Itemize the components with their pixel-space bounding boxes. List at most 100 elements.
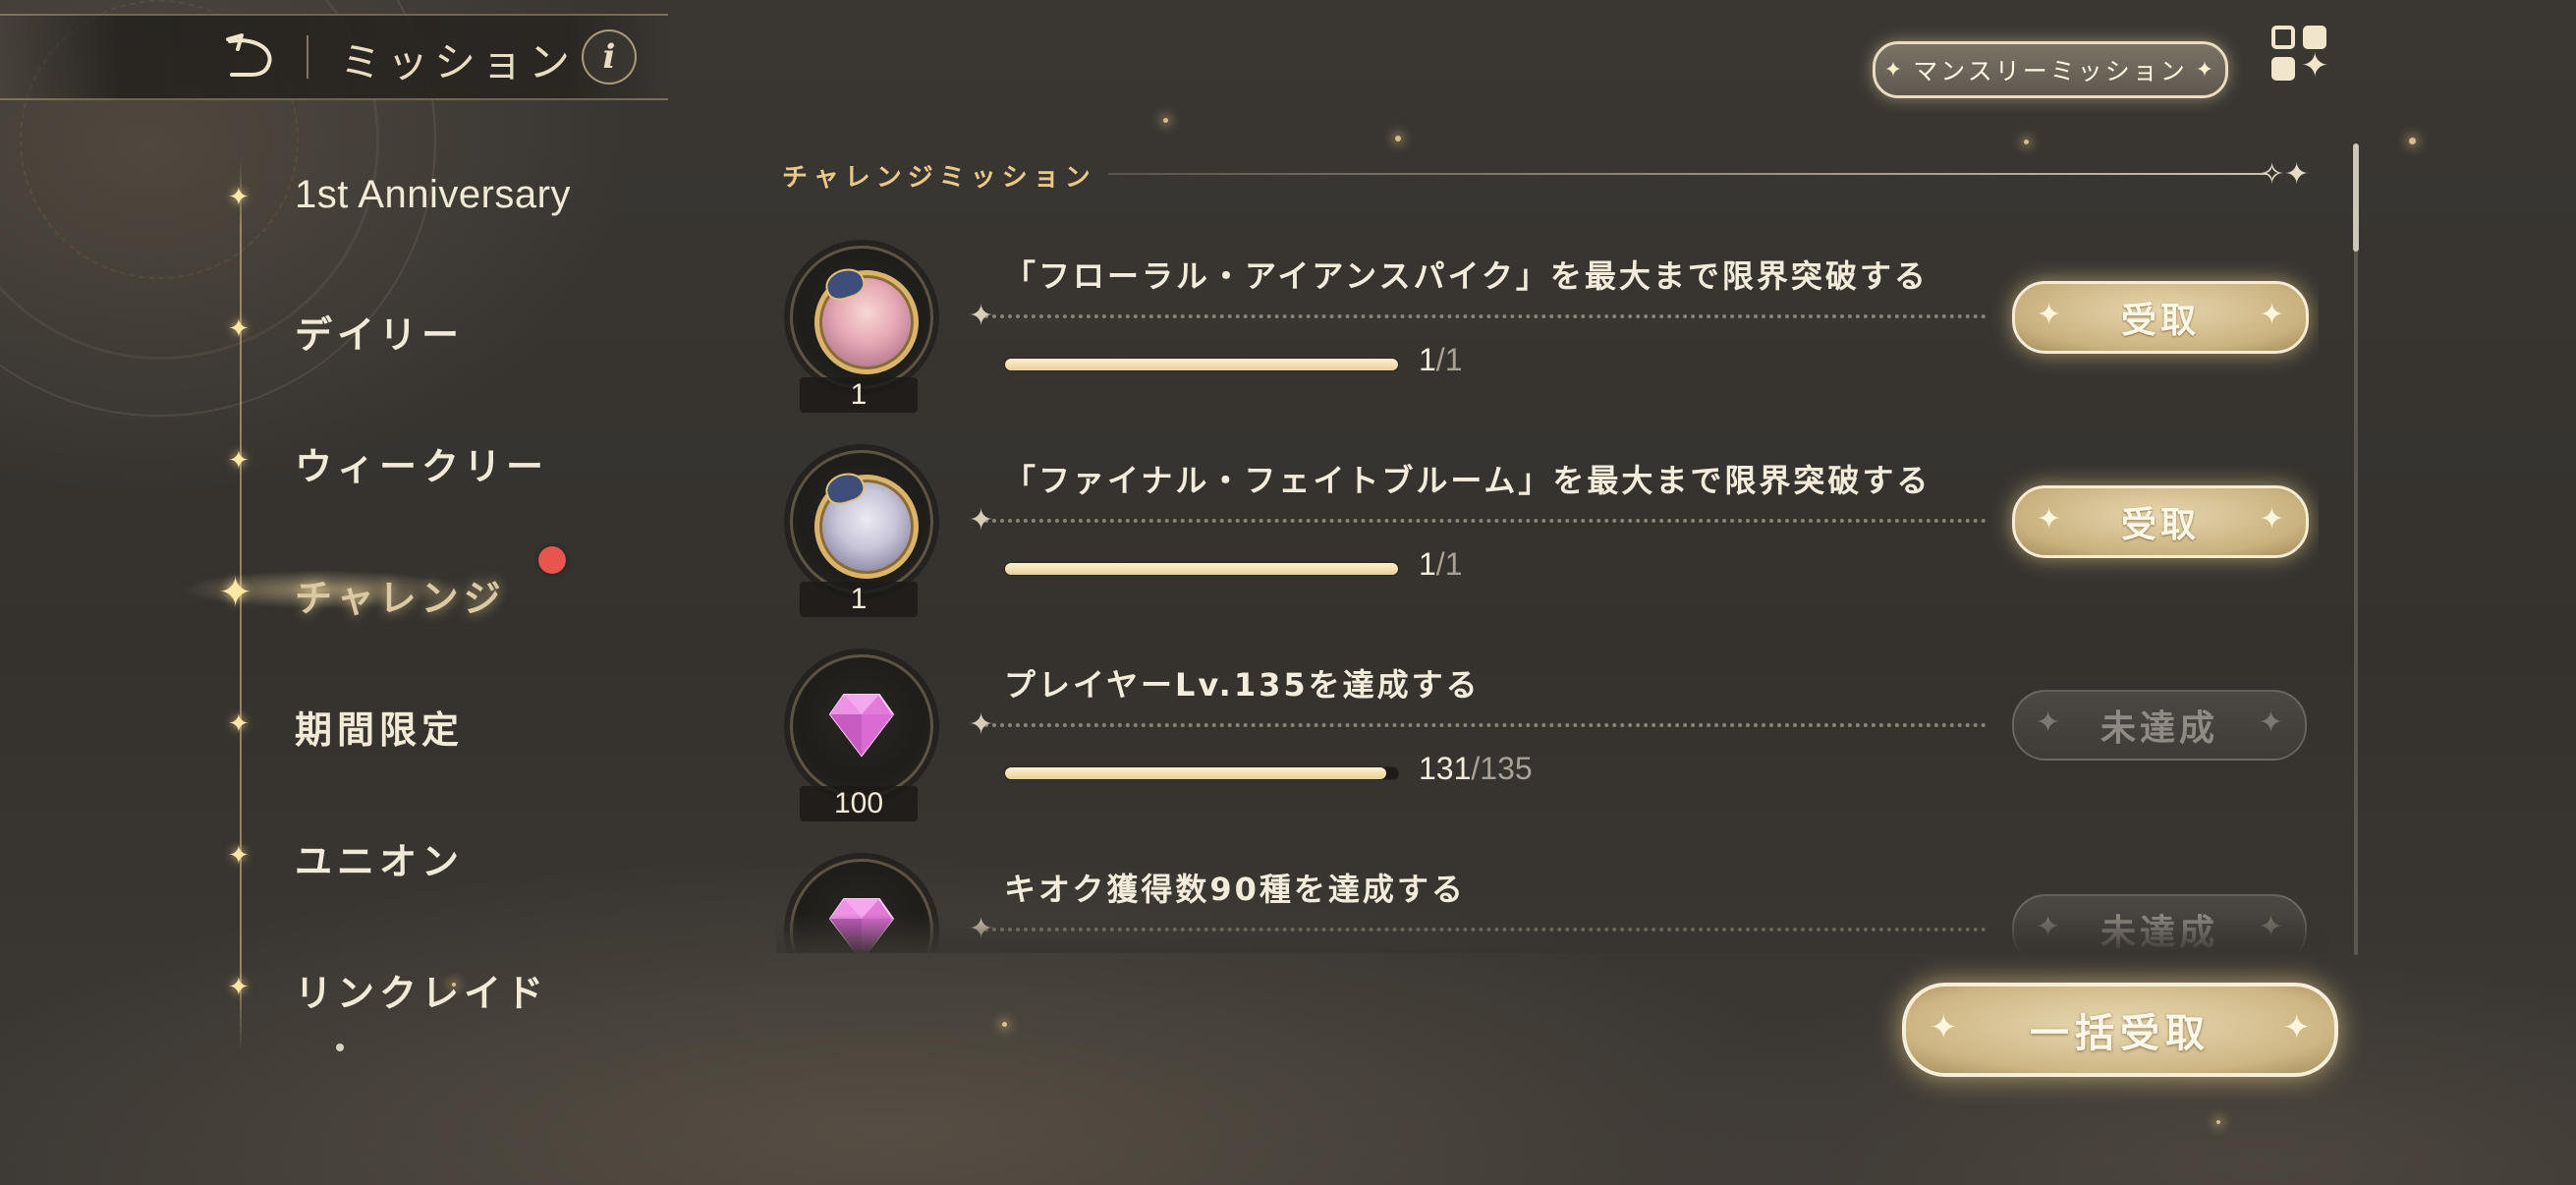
character-portrait-icon — [814, 468, 919, 579]
progress-total: /1 — [1435, 342, 1463, 377]
sparkle-decoration — [2409, 138, 2416, 144]
sparkle-icon: ✦ — [1930, 1008, 1958, 1047]
sidebar-item-weekly[interactable]: ✦ ウィークリー — [224, 432, 637, 491]
progress-current: 1 — [1419, 342, 1436, 377]
sidebar-item-label: デイリー — [295, 313, 465, 357]
sparkle-icon: ✦ — [2037, 298, 2062, 332]
sidebar-item-limited[interactable]: ✦ 期間限定 — [224, 696, 637, 755]
info-button[interactable]: i — [582, 29, 637, 85]
scroll-indicator-dot — [336, 1044, 344, 1051]
progress-bar — [1004, 766, 1399, 780]
grid-square — [2271, 57, 2295, 81]
claim-button[interactable]: ✦ 受取 ✦ — [2012, 281, 2309, 354]
progress-fill — [1005, 359, 1398, 370]
menu-grid-icon[interactable]: ✦ — [2271, 26, 2330, 85]
sidebar-item-linkraid[interactable]: ✦ リンクレイド — [224, 959, 637, 1018]
progress-bar — [1004, 562, 1399, 576]
mission-row: 1 「ファイナル・フェイトブルーム」を最大まで限界突破する ✦ 1/1 ✦ 受取… — [776, 432, 2319, 629]
sidebar-item-daily[interactable]: ✦ デイリー — [224, 301, 637, 360]
claim-button-label: 受取 — [2120, 505, 2200, 545]
list-fade-overlay — [776, 914, 2328, 953]
sparkle-icon: ✦ — [1883, 57, 1906, 83]
progress-current: 131 — [1419, 751, 1472, 786]
sparkle-icon: ✦ — [2036, 705, 2061, 740]
sidebar-item-label: 1st Anniversary — [295, 173, 571, 216]
ribbon-icon — [821, 263, 868, 305]
dotted-divider — [984, 314, 1987, 318]
sidebar-item-label: ウィークリー — [295, 445, 549, 488]
incomplete-button-label: 未達成 — [2100, 708, 2218, 749]
mission-text: プレイヤーLv.135を達成する — [1004, 666, 1481, 704]
reward-count: 100 — [800, 786, 918, 821]
claim-button-label: 受取 — [2120, 301, 2200, 341]
progress-fill — [1005, 767, 1386, 779]
sidebar-item-challenge[interactable]: ✦ チャレンジ — [185, 558, 637, 623]
claim-all-label: 一括受取 — [2030, 1011, 2211, 1056]
progress-text: 1/1 — [1419, 546, 1462, 583]
progress-total: /1 — [1435, 546, 1463, 582]
monthly-mission-button[interactable]: ✦ マンスリーミッション ✦ — [1873, 41, 2228, 98]
star-bullet-icon: ✦ — [228, 709, 250, 739]
sidebar-item-anniversary[interactable]: ✦ 1st Anniversary — [224, 169, 637, 228]
section-divider — [1108, 173, 2268, 175]
scrollbar-thumb[interactable] — [2353, 143, 2359, 252]
star-bullet-icon: ✦ — [228, 314, 250, 344]
dotted-divider — [984, 723, 1987, 727]
sparkle-icon: ✦ — [2258, 705, 2283, 740]
sidebar-item-union[interactable]: ✦ ユニオン — [224, 827, 637, 886]
heart-star-icon: ✦ — [218, 568, 253, 616]
sparkle-icon: ✦ — [2037, 502, 2062, 536]
claim-all-button[interactable]: ✦ 一括受取 ✦ — [1902, 983, 2338, 1077]
incomplete-button: ✦ 未達成 ✦ — [2012, 690, 2307, 761]
notification-badge — [538, 546, 566, 574]
sparkle-decoration — [1163, 118, 1168, 123]
star-bullet-icon: ✦ — [228, 446, 250, 476]
reward-count: 1 — [800, 377, 918, 413]
sidebar-item-label: 期間限定 — [295, 708, 465, 752]
claim-button[interactable]: ✦ 受取 ✦ — [2012, 485, 2309, 558]
progress-total: /135 — [1471, 751, 1533, 786]
reward-badge — [790, 654, 933, 798]
progress-text: 131/135 — [1419, 751, 1533, 787]
sparkle-decoration — [1002, 1022, 1007, 1027]
page-title: ミッション — [340, 38, 577, 86]
back-button[interactable] — [218, 26, 283, 85]
mission-row: 1 「フローラル・アイアンスパイク」を最大まで限界突破する ✦ 1/1 ✦ 受取… — [776, 228, 2319, 424]
progress-fill — [1005, 563, 1398, 575]
sidebar-item-label: チャレンジ — [295, 577, 506, 620]
progress-bar — [1004, 358, 1399, 371]
monthly-mission-label: マンスリーミッション — [1913, 57, 2188, 85]
progress-current: 1 — [1419, 546, 1436, 582]
reward-badge — [790, 450, 933, 593]
sparkle-decoration — [2024, 140, 2029, 144]
header-divider — [307, 35, 308, 79]
grid-square — [2271, 26, 2295, 49]
sparkle-icon: ✦ — [2282, 1008, 2312, 1047]
mission-row: 100 プレイヤーLv.135を達成する ✦ 131/135 ✦ 未達成 ✦ — [776, 637, 2319, 833]
gem-icon — [828, 694, 895, 758]
sparkle-icon: ✦ — [2195, 57, 2217, 83]
progress-text: 1/1 — [1419, 342, 1462, 378]
sparkle-icon: ✦ — [2259, 298, 2284, 332]
ribbon-icon — [821, 468, 868, 509]
grid-sparkle: ✦ — [2301, 46, 2329, 85]
mission-text: キオク獲得数90種を達成する — [1004, 871, 1466, 908]
reward-badge — [790, 246, 933, 389]
sparkle-icon: ✦ — [2259, 502, 2284, 536]
back-arrow-icon — [226, 33, 272, 77]
reward-count: 1 — [800, 582, 918, 617]
dotted-divider — [984, 519, 1987, 523]
header-bar: ミッション i — [0, 14, 668, 100]
mission-text: 「フローラル・アイアンスパイク」を最大まで限界突破する — [1004, 257, 1929, 295]
star-bullet-icon: ✦ — [228, 183, 250, 212]
star-bullet-icon: ✦ — [228, 841, 250, 871]
sidebar-item-label: リンクレイド — [295, 972, 549, 1015]
star-bullet-icon: ✦ — [228, 973, 250, 1002]
scrollbar-track[interactable] — [2354, 143, 2358, 955]
sparkle-decoration — [1395, 136, 1401, 141]
mission-list[interactable]: 1 「フローラル・アイアンスパイク」を最大まで限界突破する ✦ 1/1 ✦ 受取… — [776, 206, 2319, 953]
section-title: チャレンジミッション — [782, 163, 1096, 193]
character-portrait-icon — [814, 263, 919, 374]
sparkle-decoration — [2216, 1120, 2220, 1124]
mission-text: 「ファイナル・フェイトブルーム」を最大まで限界突破する — [1004, 462, 1932, 499]
